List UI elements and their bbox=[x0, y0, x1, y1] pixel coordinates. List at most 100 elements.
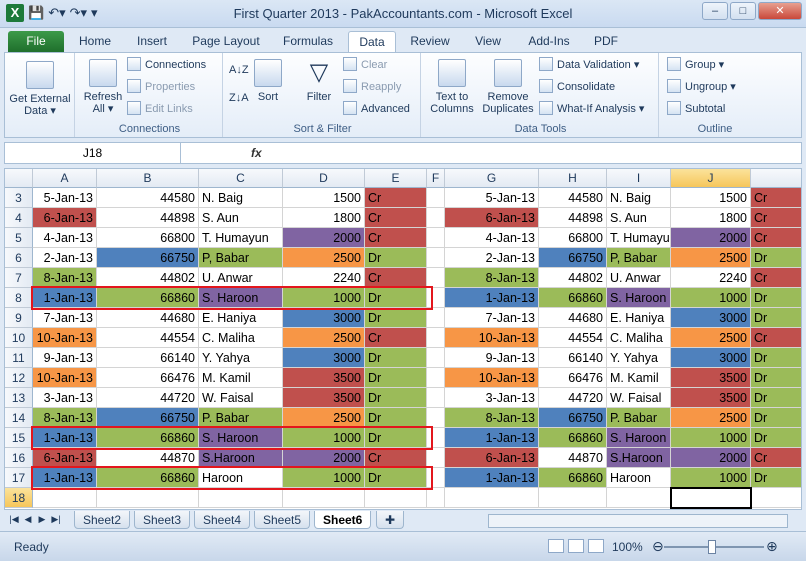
cell-h12[interactable]: 66476 bbox=[539, 368, 607, 388]
cell-i17[interactable]: Haroon bbox=[607, 468, 671, 488]
tab-add-ins[interactable]: Add-Ins bbox=[516, 31, 582, 52]
tab-pdf[interactable]: PDF bbox=[588, 31, 624, 52]
cell-a16[interactable]: 6-Jan-13 bbox=[33, 448, 97, 468]
cell-c4[interactable]: S. Aun bbox=[199, 208, 283, 228]
next-sheet-icon[interactable]: ▶ bbox=[36, 514, 48, 525]
column-header-h[interactable]: H bbox=[539, 169, 607, 188]
cell-k18[interactable] bbox=[751, 488, 801, 508]
cell-e12[interactable]: Dr bbox=[365, 368, 427, 388]
cell-c18[interactable] bbox=[199, 488, 283, 508]
cell-b4[interactable]: 44898 bbox=[97, 208, 199, 228]
filter-button[interactable]: ▽ Filter bbox=[301, 59, 337, 103]
cell-c3[interactable]: N. Baig bbox=[199, 188, 283, 208]
cell-g15[interactable]: 1-Jan-13 bbox=[445, 428, 539, 448]
cell-j9[interactable]: 3000 bbox=[671, 308, 751, 328]
row-header-12[interactable]: 12 bbox=[5, 368, 33, 388]
cell-b15[interactable]: 66860 bbox=[97, 428, 199, 448]
zoom-out-icon[interactable]: ⊖ bbox=[652, 538, 664, 555]
cell-h7[interactable]: 44802 bbox=[539, 268, 607, 288]
cell-c17[interactable]: Haroon bbox=[199, 468, 283, 488]
cell-d12[interactable]: 3500 bbox=[283, 368, 365, 388]
row-header-10[interactable]: 10 bbox=[5, 328, 33, 348]
row-header-13[interactable]: 13 bbox=[5, 388, 33, 408]
cell-h8[interactable]: 66860 bbox=[539, 288, 607, 308]
cell-b9[interactable]: 44680 bbox=[97, 308, 199, 328]
first-sheet-icon[interactable]: |◀ bbox=[8, 514, 20, 525]
normal-view-icon[interactable] bbox=[548, 539, 564, 553]
cell-j12[interactable]: 3500 bbox=[671, 368, 751, 388]
cell-b17[interactable]: 66860 bbox=[97, 468, 199, 488]
cell-e13[interactable]: Dr bbox=[365, 388, 427, 408]
cell-k17[interactable]: Dr bbox=[751, 468, 801, 488]
cell-g14[interactable]: 8-Jan-13 bbox=[445, 408, 539, 428]
cell-f17[interactable] bbox=[427, 468, 445, 488]
cell-g10[interactable]: 10-Jan-13 bbox=[445, 328, 539, 348]
cell-f4[interactable] bbox=[427, 208, 445, 228]
sheet-tab-sheet3[interactable]: Sheet3 bbox=[134, 511, 191, 529]
cell-d10[interactable]: 2500 bbox=[283, 328, 365, 348]
cell-g7[interactable]: 8-Jan-13 bbox=[445, 268, 539, 288]
properties-button[interactable]: Properties bbox=[127, 78, 195, 96]
column-header-e[interactable]: E bbox=[365, 169, 427, 188]
maximize-button[interactable]: □ bbox=[730, 2, 756, 20]
cell-d5[interactable]: 2000 bbox=[283, 228, 365, 248]
cell-g9[interactable]: 7-Jan-13 bbox=[445, 308, 539, 328]
zoom-in-icon[interactable]: ⊕ bbox=[766, 538, 778, 555]
cell-i4[interactable]: S. Aun bbox=[607, 208, 671, 228]
cell-k5[interactable]: Cr bbox=[751, 228, 801, 248]
cell-f10[interactable] bbox=[427, 328, 445, 348]
cell-d13[interactable]: 3500 bbox=[283, 388, 365, 408]
insert-sheet-icon[interactable]: ✚ bbox=[376, 511, 405, 529]
row-header-8[interactable]: 8 bbox=[5, 288, 33, 308]
cell-k11[interactable]: Dr bbox=[751, 348, 801, 368]
cell-a13[interactable]: 3-Jan-13 bbox=[33, 388, 97, 408]
cell-a10[interactable]: 10-Jan-13 bbox=[33, 328, 97, 348]
cell-e10[interactable]: Cr bbox=[365, 328, 427, 348]
row-header-5[interactable]: 5 bbox=[5, 228, 33, 248]
what-if-analysis-button[interactable]: What-If Analysis ▾ bbox=[539, 100, 644, 118]
sheet-tab-sheet2[interactable]: Sheet2 bbox=[74, 511, 131, 529]
worksheet-grid[interactable]: A B C D E F G H I J 3 4 5 6 7 8 9 10 11 12 13 14 15 16 17 18 5-Jan… bbox=[4, 168, 802, 510]
horizontal-scrollbar[interactable] bbox=[488, 514, 788, 528]
cell-f8[interactable] bbox=[427, 288, 445, 308]
cell-d4[interactable]: 1800 bbox=[283, 208, 365, 228]
cell-c7[interactable]: U. Anwar bbox=[199, 268, 283, 288]
group-button[interactable]: Group ▾ bbox=[667, 56, 724, 74]
column-header-g[interactable]: G bbox=[445, 169, 539, 188]
cell-k16[interactable]: Cr bbox=[751, 448, 801, 468]
cell-g12[interactable]: 10-Jan-13 bbox=[445, 368, 539, 388]
cell-g11[interactable]: 9-Jan-13 bbox=[445, 348, 539, 368]
cell-e14[interactable]: Dr bbox=[365, 408, 427, 428]
advanced-filter-button[interactable]: Advanced bbox=[343, 100, 410, 118]
cell-k12[interactable]: Dr bbox=[751, 368, 801, 388]
cell-d7[interactable]: 2240 bbox=[283, 268, 365, 288]
sort-za-icon[interactable]: Z↓A bbox=[229, 89, 249, 107]
cell-k13[interactable]: Dr bbox=[751, 388, 801, 408]
cell-h9[interactable]: 44680 bbox=[539, 308, 607, 328]
cell-c13[interactable]: W. Faisal bbox=[199, 388, 283, 408]
cell-b3[interactable]: 44580 bbox=[97, 188, 199, 208]
sheet-tab-sheet5[interactable]: Sheet5 bbox=[254, 511, 311, 529]
last-sheet-icon[interactable]: ▶| bbox=[50, 514, 62, 525]
row-header-7[interactable]: 7 bbox=[5, 268, 33, 288]
cell-b10[interactable]: 44554 bbox=[97, 328, 199, 348]
cell-h3[interactable]: 44580 bbox=[539, 188, 607, 208]
cell-h16[interactable]: 44870 bbox=[539, 448, 607, 468]
text-to-columns-button[interactable]: Text to Columns bbox=[427, 59, 477, 115]
cell-j8[interactable]: 1000 bbox=[671, 288, 751, 308]
cell-a7[interactable]: 8-Jan-13 bbox=[33, 268, 97, 288]
cell-g16[interactable]: 6-Jan-13 bbox=[445, 448, 539, 468]
sheet-tab-sheet4[interactable]: Sheet4 bbox=[194, 511, 251, 529]
sheet-tab-sheet6[interactable]: Sheet6 bbox=[314, 511, 372, 529]
cell-d15[interactable]: 1000 bbox=[283, 428, 365, 448]
sort-az-icon[interactable]: A↓Z bbox=[229, 61, 249, 79]
cell-f11[interactable] bbox=[427, 348, 445, 368]
cell-d18[interactable] bbox=[283, 488, 365, 508]
cell-a17[interactable]: 1-Jan-13 bbox=[33, 468, 97, 488]
row-header-3[interactable]: 3 bbox=[5, 188, 33, 208]
cell-b11[interactable]: 66140 bbox=[97, 348, 199, 368]
column-header-d[interactable]: D bbox=[283, 169, 365, 188]
cell-f16[interactable] bbox=[427, 448, 445, 468]
cell-g17[interactable]: 1-Jan-13 bbox=[445, 468, 539, 488]
cell-k6[interactable]: Dr bbox=[751, 248, 801, 268]
